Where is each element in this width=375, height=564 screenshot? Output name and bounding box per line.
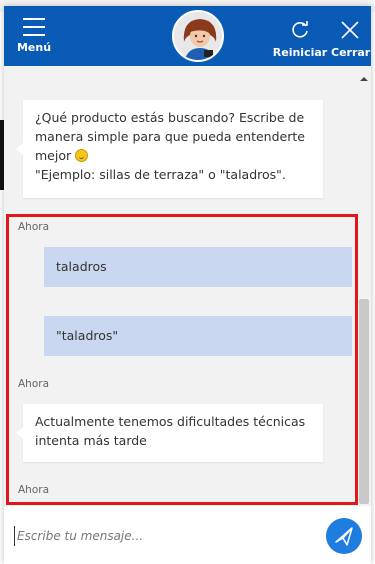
user-message: "taladros" xyxy=(44,316,352,356)
scrollbar-thumb[interactable] xyxy=(359,299,369,504)
user-message: taladros xyxy=(44,247,352,287)
scroll-up-arrow-icon[interactable] xyxy=(359,74,369,84)
menu-button[interactable]: Menú xyxy=(14,16,54,62)
send-button[interactable] xyxy=(326,518,362,554)
bot-message-line: manera simple para que pueda entenderte xyxy=(35,129,305,144)
menu-label: Menú xyxy=(16,41,52,54)
bot-message-line: mejor xyxy=(35,148,72,163)
message-composer xyxy=(4,506,371,564)
message-input[interactable] xyxy=(14,526,304,546)
close-button[interactable]: Cerrar xyxy=(331,20,371,59)
restart-button[interactable]: Reiniciar xyxy=(272,20,328,59)
bot-message-line: ¿Qué producto estás buscando? Escribe de xyxy=(35,110,305,125)
smiley-emoji-icon xyxy=(75,149,89,162)
message-timestamp: Ahora xyxy=(18,484,50,496)
message-timestamp: Ahora xyxy=(18,378,50,390)
chat-header: Menú Reiniciar Cerrar xyxy=(4,6,371,66)
close-icon xyxy=(341,21,359,39)
chat-widget: Menú Reiniciar Cerrar ¿Qué producto está… xyxy=(4,6,371,564)
user-message-text: "taladros" xyxy=(56,328,119,343)
assistant-avatar xyxy=(172,10,224,62)
bot-message-error: Actualmente tenemos dificultades técnica… xyxy=(16,404,323,462)
bot-message-line: Actualmente tenemos dificultades técnica… xyxy=(35,414,306,429)
paper-plane-icon xyxy=(335,527,353,546)
user-message-text: taladros xyxy=(56,259,107,274)
scrollbar[interactable] xyxy=(359,74,369,504)
refresh-icon xyxy=(292,21,308,38)
restart-label: Reiniciar xyxy=(272,46,328,59)
message-timestamp: Ahora xyxy=(18,221,50,233)
hamburger-icon xyxy=(23,18,45,36)
bot-message-line: intenta más tarde xyxy=(35,433,147,448)
close-label: Cerrar xyxy=(331,46,371,59)
bot-message-line: "Ejemplo: sillas de terraza" o "taladros… xyxy=(35,167,286,182)
bot-message-prompt: ¿Qué producto estás buscando? Escribe de… xyxy=(16,100,323,198)
chat-messages[interactable]: ¿Qué producto estás buscando? Escribe de… xyxy=(4,66,371,506)
